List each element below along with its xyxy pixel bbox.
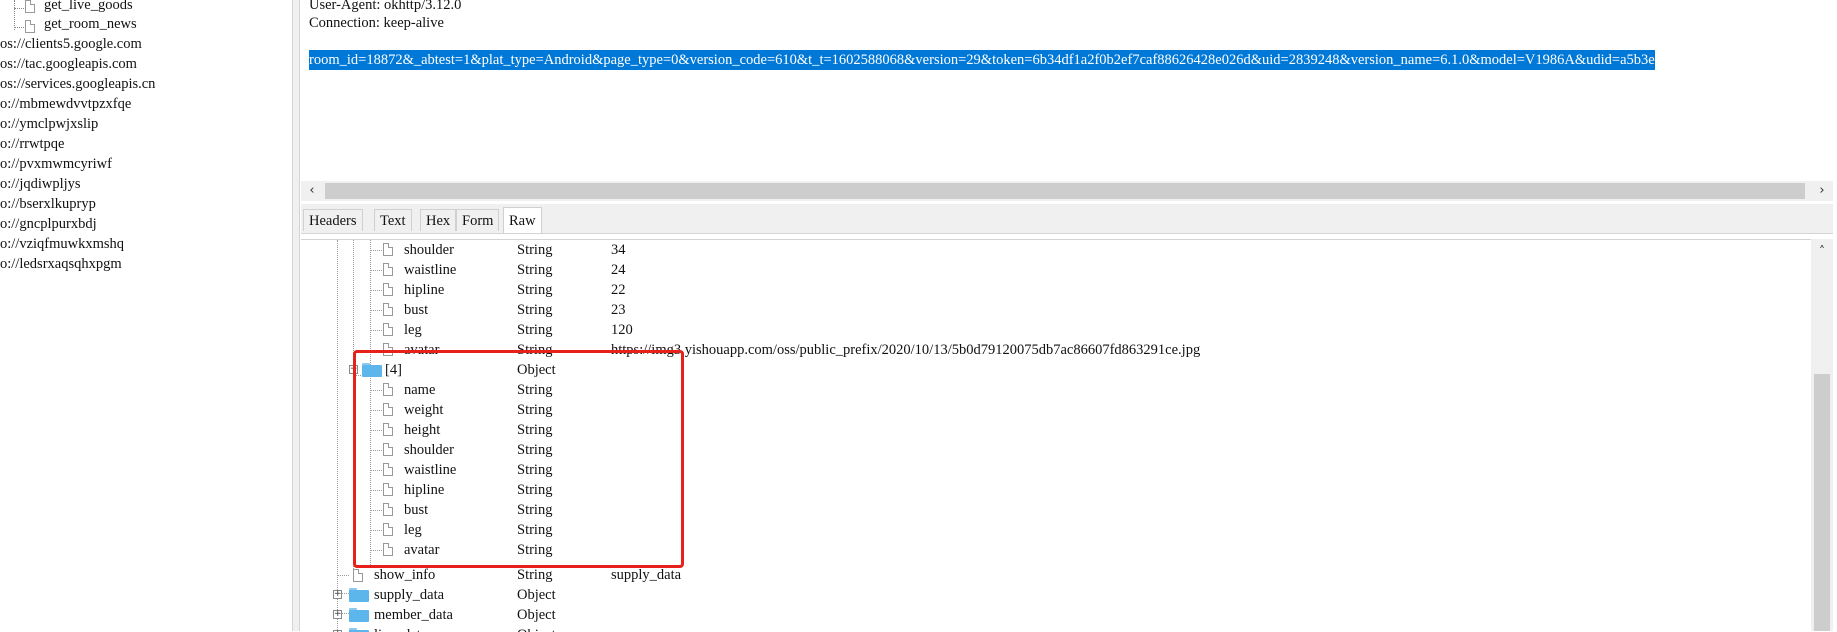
tree-item-get-live-goods[interactable]: get_live_goods bbox=[44, 0, 133, 15]
tree-row[interactable]: bust String bbox=[301, 500, 1801, 520]
file-icon bbox=[383, 403, 393, 416]
tree-row[interactable]: avatar String https://img3.yishouapp.com/o… bbox=[301, 340, 1801, 360]
inspector-tabs: Headers Text Hex Form Raw bbox=[301, 204, 1833, 234]
folder-icon bbox=[349, 628, 369, 632]
expand-icon[interactable]: + bbox=[333, 590, 342, 599]
file-icon bbox=[383, 503, 393, 516]
tree-row[interactable]: weight String bbox=[301, 400, 1801, 420]
file-icon bbox=[383, 243, 393, 256]
tree-row-object[interactable]: − [4] Object bbox=[301, 360, 1801, 380]
tree-row[interactable]: shoulder String 34 bbox=[301, 240, 1801, 260]
tree-row[interactable]: avatar String bbox=[301, 540, 1801, 560]
file-icon bbox=[383, 263, 393, 276]
tree-row[interactable]: hipline String bbox=[301, 480, 1801, 500]
session-list-panel: get_live_goods get_room_news os://client… bbox=[0, 0, 292, 631]
scroll-left-icon[interactable]: ‹ bbox=[301, 181, 323, 201]
host-item[interactable]: os://services.googleapis.cn bbox=[0, 74, 155, 94]
json-file-icon bbox=[25, 0, 35, 13]
host-item[interactable]: o://ledsrxaqsqhxpgm bbox=[0, 254, 122, 274]
file-icon bbox=[383, 543, 393, 556]
tab-hex[interactable]: Hex bbox=[420, 209, 457, 231]
host-item[interactable]: o://ymclpwjxslip bbox=[0, 114, 98, 134]
tree-row[interactable]: show_info String supply_data bbox=[301, 565, 1801, 585]
host-item[interactable]: o://rrwtpqe bbox=[0, 134, 64, 154]
host-item[interactable]: o://jqdiwpljys bbox=[0, 174, 81, 194]
tree-row[interactable]: waistline String bbox=[301, 460, 1801, 480]
tree-row[interactable]: hipline String 22 bbox=[301, 280, 1801, 300]
file-icon bbox=[383, 283, 393, 296]
tab-headers[interactable]: Headers bbox=[303, 209, 363, 231]
scroll-right-icon[interactable]: › bbox=[1811, 181, 1833, 201]
tree-row[interactable]: leg String bbox=[301, 520, 1801, 540]
folder-icon bbox=[349, 588, 369, 602]
tree-item-get-room-news[interactable]: get_room_news bbox=[44, 14, 137, 34]
scrollbar-thumb[interactable] bbox=[325, 183, 1805, 199]
vertical-scrollbar[interactable]: ˄ bbox=[1811, 239, 1833, 631]
host-item[interactable]: o://vziqfmuwkxmshq bbox=[0, 234, 124, 254]
folder-icon bbox=[349, 608, 369, 622]
tree-row[interactable]: height String bbox=[301, 420, 1801, 440]
tree-row-object[interactable]: + member_data Object bbox=[301, 605, 1801, 625]
folder-open-icon bbox=[362, 363, 382, 377]
panel-splitter[interactable] bbox=[292, 0, 300, 631]
collapse-icon[interactable]: − bbox=[349, 365, 358, 374]
expand-icon[interactable]: + bbox=[333, 610, 342, 619]
tree-row[interactable]: leg String 120 bbox=[301, 320, 1801, 340]
tree-row[interactable]: waistline String 24 bbox=[301, 260, 1801, 280]
header-line-connection: Connection: keep-alive bbox=[309, 15, 444, 31]
tab-text[interactable]: Text bbox=[374, 209, 412, 231]
file-icon bbox=[383, 343, 393, 356]
host-item[interactable]: os://clients5.google.com bbox=[0, 34, 142, 54]
raw-request-text[interactable]: User-Agent: okhttp/3.12.0 Connection: ke… bbox=[301, 0, 1833, 203]
json-file-icon bbox=[25, 20, 35, 33]
host-item[interactable]: o://mbmewdvvtpzxfqe bbox=[0, 94, 131, 114]
host-item[interactable]: os://tac.googleapis.com bbox=[0, 54, 137, 74]
tree-row[interactable]: name String bbox=[301, 380, 1801, 400]
tree-row[interactable]: bust String 23 bbox=[301, 300, 1801, 320]
file-icon bbox=[383, 423, 393, 436]
file-icon bbox=[383, 383, 393, 396]
host-item[interactable]: o://bserxlkupryp bbox=[0, 194, 96, 214]
json-tree-view[interactable]: shoulder String 34 waistline String 24 hipli… bbox=[301, 239, 1811, 632]
tab-raw[interactable]: Raw bbox=[503, 207, 542, 233]
tree-row-object[interactable]: + supply_data Object bbox=[301, 585, 1801, 605]
tree-row[interactable]: shoulder String bbox=[301, 440, 1801, 460]
file-icon bbox=[383, 463, 393, 476]
host-item[interactable]: o://pvxmwmcyriwf bbox=[0, 154, 112, 174]
file-icon bbox=[383, 323, 393, 336]
host-item[interactable]: o://gncplpurxbdj bbox=[0, 214, 97, 234]
file-icon bbox=[383, 303, 393, 316]
file-icon bbox=[383, 483, 393, 496]
request-body-selected[interactable]: room_id=18872&_abtest=1&plat_type=Androi… bbox=[309, 50, 1655, 70]
scrollbar-thumb[interactable] bbox=[1814, 374, 1830, 631]
file-icon bbox=[353, 569, 363, 582]
horizontal-scrollbar[interactable]: ‹ › bbox=[301, 181, 1833, 201]
file-icon bbox=[383, 523, 393, 536]
tab-form[interactable]: Form bbox=[456, 209, 500, 231]
scroll-up-icon[interactable]: ˄ bbox=[1811, 241, 1833, 261]
file-icon bbox=[383, 443, 393, 456]
